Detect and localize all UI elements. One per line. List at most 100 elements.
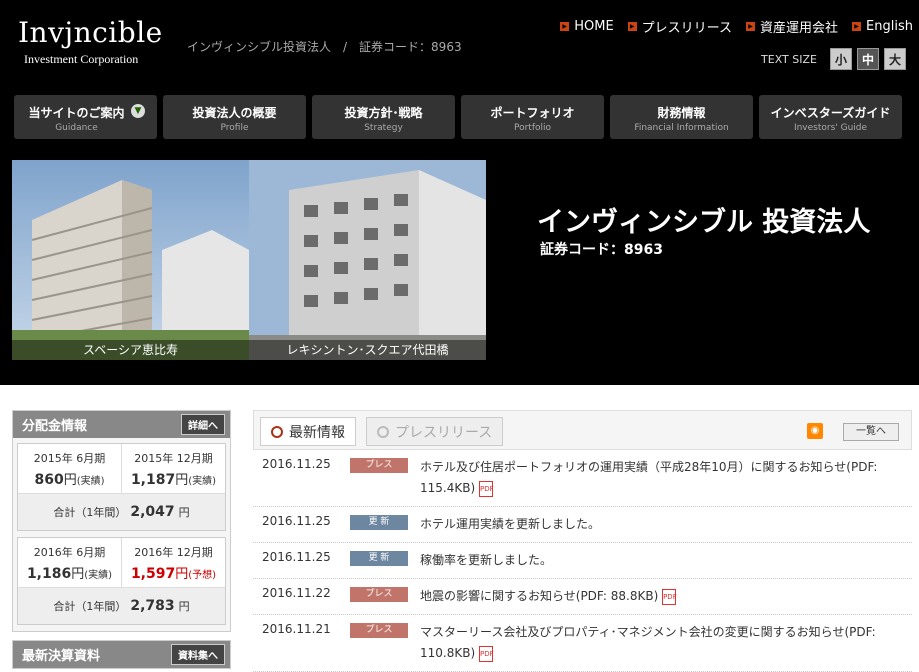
nav-guidance[interactable]: 当サイトのご案内 Guidance ▼ [14, 95, 157, 139]
nav-label-jp: 投資法人の概要 [192, 106, 277, 120]
distribution-total-unit: 円 [178, 600, 190, 613]
tab-label: 最新情報 [289, 424, 345, 441]
distribution-total: 合計（1年間） 2,783 円 [18, 587, 225, 624]
text-size-medium-button[interactable]: 中 [857, 48, 879, 70]
pdf-icon: PDF [662, 588, 677, 605]
news-item: 2016.11.25 プレス ホテル及び住居ポートフォリオの運用実績（平成28年… [253, 450, 912, 507]
radio-dot-icon [271, 425, 283, 438]
top-links: ▶ HOME ▶ プレスリリース ▶ 資産運用会社 ▶ English [560, 17, 913, 36]
news-item: 2016.11.22 プレス 地震の影響に関するお知らせ(PDF: 88.8KB… [253, 579, 912, 615]
pdf-icon: PDF [478, 645, 494, 662]
top-link-home[interactable]: ▶ HOME [560, 17, 614, 36]
nav-profile[interactable]: 投資法人の概要 Profile [163, 95, 306, 139]
global-nav: 当サイトのご案内 Guidance ▼ 投資法人の概要 Profile 投資方針… [14, 95, 902, 139]
pdf-icon: PDF [478, 480, 494, 497]
hero-photo-ebisu[interactable]: スベーシア恵比寿 [12, 160, 249, 360]
distribution-total-amount: 2,047 [130, 504, 175, 520]
news-item: 2016.11.25 更 新 ホテル運用実績を更新しました。 [253, 507, 912, 543]
distribution-total: 合計（1年間） 2,047 円 [18, 493, 225, 530]
nav-label-en: Guidance [55, 123, 98, 133]
distribution-unit: 円 [71, 567, 85, 582]
nav-label-en: Strategy [364, 123, 403, 133]
distribution-unit: 円 [175, 567, 189, 582]
top-link-label: プレスリリース [641, 21, 733, 36]
site-tagline: インヴィンシブル投資法人 / 証券コード：8963 [187, 40, 462, 54]
news-list-button[interactable]: 一覧へ [843, 423, 899, 441]
text-size-large-button[interactable]: 大 [884, 48, 906, 70]
site-logo[interactable]: Invjncible Investment Corporation [18, 16, 163, 67]
distribution-cell: 2015年 12月期 1,187円(実績) [121, 444, 225, 493]
text-size-label: TEXT SIZE [761, 52, 817, 66]
top-link-asset-manager[interactable]: ▶ 資産運用会社 [746, 17, 838, 36]
nav-label-jp: インベスターズガイド [770, 106, 891, 120]
latest-docs-heading: 最新決算資料 [22, 649, 101, 664]
distribution-amount: 1,186 [26, 566, 72, 582]
distribution-cell: 2016年 6月期 1,186円(実績) [18, 538, 121, 587]
news-link[interactable]: ホテル運用実績を更新しました。 [420, 517, 600, 531]
news-link[interactable]: 地震の影響に関するお知らせ(PDF: 88.8KB) [420, 589, 658, 603]
tab-label: プレスリリース [395, 424, 493, 441]
distribution-total-amount: 2,783 [130, 598, 175, 614]
nav-financial-information[interactable]: 財務情報 Financial Information [610, 95, 753, 139]
news-tag: プレス [350, 587, 408, 602]
nav-label-jp: 当サイトのご案内 [28, 106, 125, 120]
news-date: 2016.11.25 [262, 514, 331, 528]
hero-photo-caption: スベーシア恵比寿 [12, 340, 249, 360]
news-section: 最新情報 プレスリリース ◉ 一覧へ 2016.11.25 プレス ホテル及び住… [253, 410, 912, 672]
distribution-period: 2015年 6月期 [33, 452, 106, 465]
building-photo-illustration [249, 160, 486, 360]
hero-securities-code: 証券コード：8963 [540, 242, 663, 258]
tab-latest-news[interactable]: 最新情報 [260, 417, 356, 446]
distribution-cell: 2015年 6月期 860円(実績) [18, 444, 121, 493]
latest-docs-box: 最新決算資料 資料集へ [12, 640, 231, 669]
hero-photo-daitabashi[interactable]: レキシントン･スクエア代田橋 [249, 160, 486, 360]
nav-label-jp: 財務情報 [657, 106, 706, 120]
nav-portfolio[interactable]: ポートフォリオ Portfolio [461, 95, 604, 139]
distribution-period: 2016年 6月期 [33, 546, 106, 559]
nav-label-en: Financial Information [634, 123, 729, 133]
tab-press-release[interactable]: プレスリリース [366, 417, 504, 446]
latest-docs-button[interactable]: 資料集へ [171, 644, 225, 665]
latest-docs-header: 最新決算資料 資料集へ [13, 641, 230, 668]
nav-label-jp: 投資方針･戦略 [344, 106, 423, 120]
arrow-icon: ▶ [852, 22, 862, 31]
distribution-total-unit: 円 [178, 506, 190, 519]
news-tag: プレス [350, 458, 408, 473]
radio-dot-icon [377, 425, 389, 438]
news-date: 2016.11.21 [262, 622, 331, 636]
distribution-box: 分配金情報 詳細へ 2015年 6月期 860円(実績) 2015年 12月期 … [12, 410, 231, 632]
news-tag: プレス [350, 623, 408, 638]
distribution-period: 2016年 12月期 [134, 546, 213, 559]
distribution-block: 2016年 6月期 1,186円(実績) 2016年 12月期 1,597円(予… [17, 537, 226, 625]
text-size-small-button[interactable]: 小 [830, 48, 852, 70]
news-date: 2016.11.25 [262, 550, 331, 564]
distribution-header: 分配金情報 詳細へ [13, 411, 230, 438]
top-link-english[interactable]: ▶ English [852, 17, 913, 36]
top-link-press[interactable]: ▶ プレスリリース [627, 17, 733, 36]
nav-label-jp: ポートフォリオ [490, 106, 575, 120]
site-header: Invjncible Investment Corporation インヴィンシ… [0, 0, 919, 385]
rss-icon[interactable]: ◉ [807, 423, 823, 439]
distribution-period: 2015年 12月期 [134, 452, 213, 465]
distribution-amount: 1,187 [130, 472, 176, 488]
distribution-heading: 分配金情報 [22, 419, 88, 434]
distribution-note: (実績) [76, 476, 105, 487]
distribution-total-label: 合計（1年間） [53, 600, 127, 613]
arrow-icon: ▶ [746, 22, 756, 31]
news-link[interactable]: 稼働率を更新しました。 [420, 553, 552, 567]
news-tag: 更 新 [350, 515, 408, 530]
news-tabs: 最新情報 プレスリリース ◉ 一覧へ [253, 410, 912, 450]
distribution-amount: 1,597 [130, 566, 176, 582]
hero-photo-caption: レキシントン･スクエア代田橋 [249, 340, 486, 360]
nav-investors-guide[interactable]: インベスターズガイド Investors' Guide [759, 95, 902, 139]
arrow-icon: ▶ [627, 22, 637, 31]
news-tag: 更 新 [350, 551, 408, 566]
hero-title: インヴィンシブル 投資法人 [537, 207, 871, 238]
top-link-label: 資産運用会社 [760, 21, 839, 36]
nav-label-en: Profile [220, 123, 249, 133]
logo-wordmark: Invjncible [18, 16, 163, 49]
news-date: 2016.11.22 [262, 586, 331, 600]
nav-strategy[interactable]: 投資方針･戦略 Strategy [312, 95, 455, 139]
nav-label-en: Investors' Guide [793, 123, 868, 133]
distribution-detail-button[interactable]: 詳細へ [181, 414, 225, 435]
